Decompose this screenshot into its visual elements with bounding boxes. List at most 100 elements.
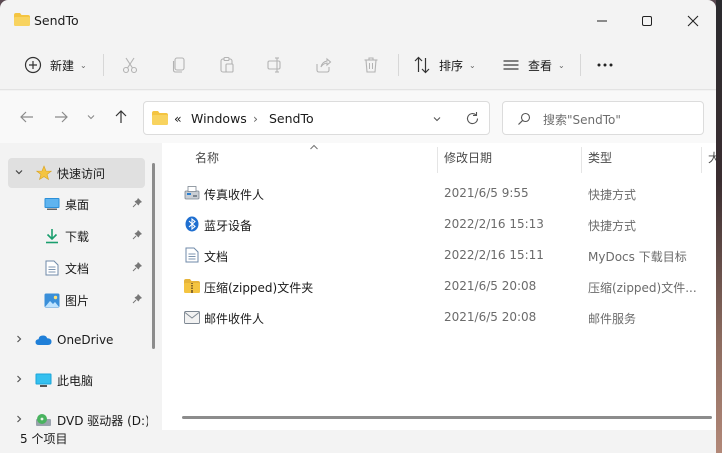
maximize-button[interactable] bbox=[636, 10, 658, 32]
sidebar-scrollbar[interactable] bbox=[152, 163, 155, 349]
file-type: 压缩(zipped)文件... bbox=[588, 281, 697, 295]
sort-button[interactable]: 排序 ⌄ bbox=[413, 52, 476, 78]
status-bar: 5 个项目 bbox=[0, 430, 716, 453]
view-list-icon bbox=[502, 56, 520, 74]
mail-icon bbox=[184, 309, 200, 325]
item-count: 5 个项目 bbox=[20, 432, 68, 446]
search-box[interactable]: 搜索"SendTo" bbox=[502, 101, 704, 135]
sort-icon bbox=[413, 56, 431, 74]
fax-icon bbox=[184, 185, 200, 201]
sidebar-item-dvd-drive[interactable]: DVD 驱动器 (D:) bbox=[8, 405, 150, 430]
up-button[interactable] bbox=[112, 108, 130, 126]
back-button[interactable] bbox=[18, 108, 36, 126]
pin-icon[interactable] bbox=[132, 197, 143, 211]
folder-icon bbox=[152, 111, 168, 125]
breadcrumb-separator-icon: › bbox=[253, 111, 258, 126]
breadcrumb-sendto[interactable]: SendTo bbox=[269, 111, 314, 126]
sidebar-item-downloads[interactable]: 下载 bbox=[8, 221, 145, 251]
file-date: 2021/6/5 20:08 bbox=[444, 279, 537, 293]
address-bar[interactable]: « Windows › SendTo bbox=[143, 101, 490, 135]
arrow-left-icon bbox=[20, 111, 33, 123]
delete-button[interactable] bbox=[362, 52, 380, 78]
column-divider[interactable] bbox=[437, 147, 438, 173]
sidebar-item-pictures[interactable]: 图片 bbox=[8, 285, 145, 315]
pc-icon bbox=[35, 372, 52, 389]
breadcrumb-windows[interactable]: Windows bbox=[191, 111, 247, 126]
forward-button[interactable] bbox=[52, 108, 70, 126]
file-name: 文档 bbox=[204, 250, 229, 264]
sidebar-item-label: 快速访问 bbox=[57, 166, 106, 181]
pin-icon[interactable] bbox=[132, 261, 143, 275]
folder-icon bbox=[14, 13, 30, 26]
cloud-icon bbox=[35, 332, 52, 349]
recent-locations-button[interactable] bbox=[84, 108, 98, 126]
document-icon bbox=[43, 260, 60, 277]
chevron-down-icon: ⌄ bbox=[80, 60, 87, 70]
trash-icon bbox=[362, 56, 380, 74]
new-label: 新建 bbox=[50, 58, 75, 73]
new-button[interactable]: 新建 ⌄ bbox=[24, 52, 87, 78]
file-type: 快捷方式 bbox=[588, 219, 637, 233]
file-row[interactable]: 传真收件人 2021/6/5 9:55 快捷方式 bbox=[176, 179, 716, 207]
sidebar-item-label: 图片 bbox=[65, 293, 90, 308]
column-divider[interactable] bbox=[701, 147, 702, 173]
sidebar-item-quick-access[interactable]: 快速访问 bbox=[8, 158, 145, 188]
copy-button[interactable] bbox=[170, 52, 188, 78]
zip-folder-icon bbox=[184, 278, 200, 294]
chevron-down-icon bbox=[87, 115, 95, 120]
pin-icon[interactable] bbox=[132, 293, 143, 307]
sidebar-item-label: 文档 bbox=[65, 261, 90, 276]
sidebar-item-onedrive[interactable]: OneDrive bbox=[8, 325, 145, 355]
share-icon bbox=[314, 56, 332, 74]
minimize-icon bbox=[597, 20, 607, 22]
chevron-right-icon[interactable] bbox=[14, 374, 24, 387]
dvd-icon bbox=[35, 412, 52, 429]
column-header-size[interactable]: 大 bbox=[708, 149, 716, 171]
share-button[interactable] bbox=[314, 52, 332, 78]
view-button[interactable]: 查看 ⌄ bbox=[502, 52, 565, 78]
column-header-type[interactable]: 类型 bbox=[588, 149, 612, 171]
sidebar-item-documents[interactable]: 文档 bbox=[8, 253, 145, 283]
command-bar: 新建 ⌄ 排序 ⌄ 查看 ⌄ bbox=[0, 40, 716, 90]
column-header-name[interactable]: 名称 bbox=[195, 149, 219, 171]
minimize-button[interactable] bbox=[591, 10, 613, 32]
sidebar-item-desktop[interactable]: 桌面 bbox=[8, 189, 145, 219]
bluetooth-icon bbox=[184, 216, 200, 232]
maximize-icon bbox=[642, 16, 652, 26]
window-title: SendTo bbox=[34, 13, 79, 28]
column-divider[interactable] bbox=[581, 147, 582, 173]
more-options-button[interactable] bbox=[596, 52, 614, 78]
chevron-right-icon[interactable] bbox=[14, 414, 24, 427]
sidebar-item-label: 桌面 bbox=[65, 197, 90, 212]
toolbar-divider bbox=[398, 54, 399, 76]
chevron-down-icon[interactable] bbox=[14, 167, 24, 180]
pin-icon[interactable] bbox=[132, 229, 143, 243]
file-name: 蓝牙设备 bbox=[204, 219, 253, 233]
plus-circle-icon bbox=[24, 56, 42, 74]
chevron-down-icon[interactable] bbox=[432, 114, 442, 124]
file-row[interactable]: 压缩(zipped)文件夹 2021/6/5 20:08 压缩(zipped)文… bbox=[176, 272, 716, 300]
desktop-background bbox=[716, 0, 722, 453]
cut-button[interactable] bbox=[121, 52, 139, 78]
navigation-pane: 快速访问 桌面 下载 文档 图片 OneDrive 此电脑 DVD 驱动器 (D… bbox=[0, 143, 160, 430]
chevron-right-icon[interactable] bbox=[14, 334, 24, 347]
document-icon bbox=[184, 247, 200, 263]
sidebar-item-this-pc[interactable]: 此电脑 bbox=[8, 365, 145, 395]
file-row[interactable]: 蓝牙设备 2022/2/16 15:13 快捷方式 bbox=[176, 210, 716, 238]
column-header-date[interactable]: 修改日期 bbox=[444, 149, 492, 171]
refresh-icon[interactable] bbox=[465, 111, 480, 126]
file-row[interactable]: 邮件收件人 2021/6/5 20:08 邮件服务 bbox=[176, 303, 716, 331]
navigation-bar: « Windows › SendTo 搜索"SendTo" bbox=[0, 91, 716, 143]
arrow-up-icon bbox=[115, 110, 127, 123]
paste-button[interactable] bbox=[218, 52, 236, 78]
close-button[interactable] bbox=[682, 10, 704, 32]
download-icon bbox=[43, 228, 60, 245]
file-row[interactable]: 文档 2022/2/16 15:11 MyDocs 下载目标 bbox=[176, 241, 716, 269]
view-label: 查看 bbox=[528, 58, 553, 73]
clipboard-icon bbox=[218, 56, 236, 74]
breadcrumb-overflow[interactable]: « bbox=[174, 111, 182, 126]
rename-button[interactable] bbox=[266, 52, 284, 78]
horizontal-scrollbar[interactable] bbox=[182, 416, 712, 419]
file-name: 邮件收件人 bbox=[204, 312, 265, 326]
chevron-down-icon: ⌄ bbox=[558, 60, 565, 70]
